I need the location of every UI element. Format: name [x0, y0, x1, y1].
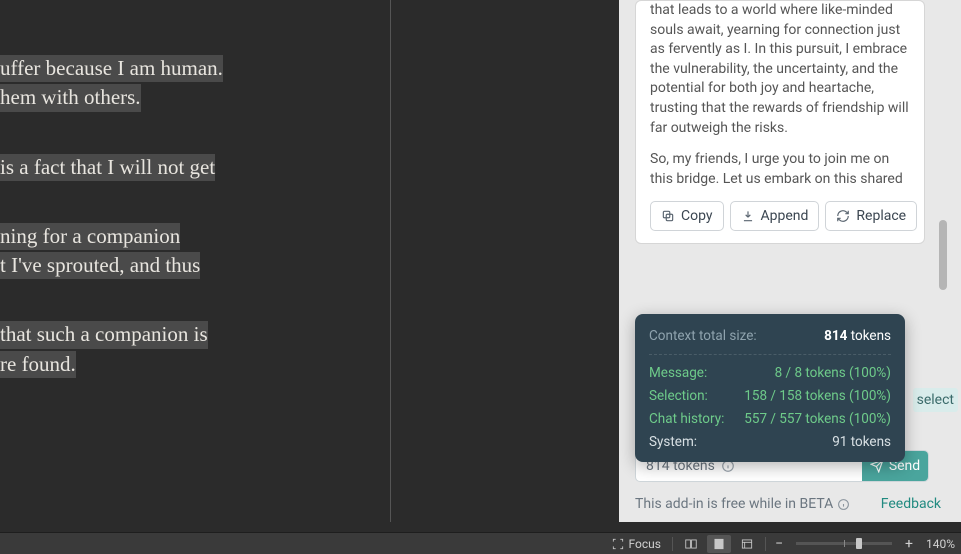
select-chip-partial[interactable]: select — [913, 388, 958, 412]
info-icon — [837, 498, 850, 511]
zoom-slider[interactable] — [796, 542, 892, 545]
canvas-gap — [391, 0, 619, 522]
copy-icon — [661, 209, 675, 223]
replace-button[interactable]: Replace — [825, 201, 917, 231]
context-total-label: Context total size: — [649, 328, 757, 344]
doc-text-line[interactable]: re found. — [0, 351, 76, 378]
doc-text-line[interactable]: t I've sprouted, and thus — [0, 252, 200, 279]
ai-action-row: Copy Append Replace — [650, 201, 910, 231]
append-button[interactable]: Append — [730, 201, 820, 231]
focus-icon — [611, 537, 625, 551]
ai-side-panel: that leads to a world where like-minded … — [619, 0, 961, 522]
context-chat-value: 557 / 557 tokens (100%) — [744, 411, 891, 427]
web-layout-icon — [740, 537, 754, 551]
focus-mode-button[interactable]: Focus — [606, 535, 666, 553]
panel-scrollbar-thumb[interactable] — [939, 220, 947, 290]
document-canvas: uffer because I am human. hem with other… — [0, 0, 391, 522]
doc-text-line[interactable]: uffer because I am human. — [0, 55, 223, 82]
status-bar: Focus − + 140% — [0, 532, 961, 554]
ai-response-text: that leads to a world where like-minded … — [650, 1, 910, 189]
zoom-slider-midtick — [844, 540, 845, 547]
ai-paragraph: So, my friends, I urge you to join me on… — [650, 150, 910, 189]
status-divider — [765, 537, 766, 551]
status-divider — [672, 537, 673, 551]
context-system-label: System: — [649, 434, 697, 450]
zoom-in-button[interactable]: + — [902, 536, 916, 552]
print-layout-icon — [712, 537, 726, 551]
replace-label: Replace — [856, 208, 906, 224]
doc-text-line[interactable]: hem with others. — [0, 84, 141, 111]
copy-label: Copy — [681, 208, 713, 224]
context-total-value: 814 tokens — [824, 328, 891, 344]
context-message-value: 8 / 8 tokens (100%) — [775, 365, 891, 381]
ai-response-card: that leads to a world where like-minded … — [635, 0, 925, 244]
read-mode-button[interactable] — [679, 535, 703, 553]
context-selection-label: Selection: — [649, 388, 708, 404]
copy-button[interactable]: Copy — [650, 201, 724, 231]
context-selection-value: 158 / 158 tokens (100%) — [744, 388, 891, 404]
replace-icon — [836, 209, 850, 223]
doc-text-line[interactable]: that such a companion is — [0, 321, 208, 348]
zoom-percent[interactable]: 140% — [926, 537, 955, 551]
feedback-link[interactable]: Feedback — [881, 496, 941, 512]
doc-text-line[interactable]: ning for a companion — [0, 223, 180, 250]
doc-text-line[interactable]: is a fact that I will not get — [0, 154, 215, 181]
context-chat-label: Chat history: — [649, 411, 724, 427]
ai-paragraph: that leads to a world where like-minded … — [650, 1, 910, 138]
zoom-slider-thumb[interactable] — [856, 538, 862, 549]
focus-label: Focus — [629, 537, 661, 551]
append-label: Append — [761, 208, 809, 224]
context-system-value: 91 tokens — [832, 434, 891, 450]
zoom-out-button[interactable]: − — [772, 536, 786, 552]
web-layout-button[interactable] — [735, 535, 759, 553]
context-size-tooltip: Context total size: 814 tokens Message: … — [635, 314, 905, 462]
panel-footer: This add-in is free while in BETA Feedba… — [635, 496, 941, 512]
append-icon — [741, 209, 755, 223]
read-mode-icon — [684, 537, 698, 551]
print-layout-button[interactable] — [707, 535, 731, 553]
beta-notice: This add-in is free while in BETA — [635, 496, 833, 512]
context-message-label: Message: — [649, 365, 707, 381]
